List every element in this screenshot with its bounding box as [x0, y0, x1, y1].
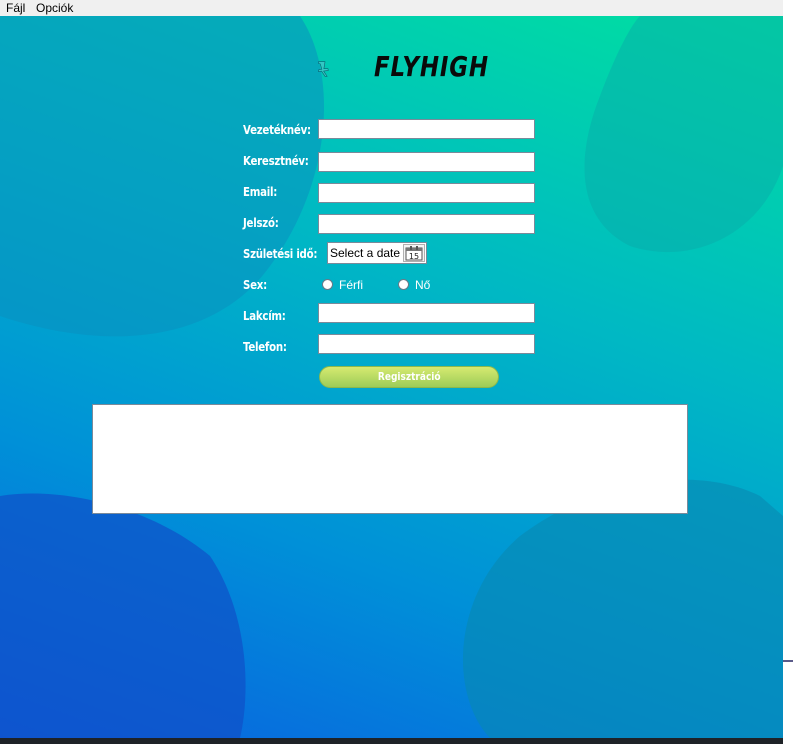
sex-male-radio[interactable]: [322, 279, 333, 290]
last-name-input[interactable]: [318, 119, 535, 139]
calendar-button[interactable]: 15: [403, 244, 425, 262]
plane-icon: [318, 61, 329, 77]
email-input[interactable]: [318, 183, 535, 203]
brand-logo-text: FLYHIGH: [374, 50, 489, 83]
password-label: Jelszó:: [243, 216, 279, 230]
sex-female-label: Nő: [415, 278, 431, 292]
last-name-label: Vezetéknév:: [243, 123, 311, 137]
first-name-input[interactable]: [318, 152, 535, 172]
birthdate-picker[interactable]: Select a date 15: [327, 242, 427, 264]
first-name-label: Keresztnév:: [243, 154, 309, 168]
menu-file[interactable]: Fájl: [4, 0, 27, 16]
menu-bar: Fájl Opciók: [0, 0, 783, 17]
calendar-icon: 15: [405, 246, 423, 261]
output-textbox[interactable]: [92, 404, 688, 514]
address-input[interactable]: [318, 303, 535, 323]
app-canvas: FLYHIGH Vezetéknév: Keresztnév: Email: J…: [0, 16, 783, 738]
window-bottom-edge: [0, 738, 783, 744]
birthdate-placeholder: Select a date: [330, 246, 401, 260]
phone-input[interactable]: [318, 334, 535, 354]
sex-female-radio[interactable]: [398, 279, 409, 290]
birthdate-label: Születési idő:: [243, 247, 318, 261]
sex-label: Sex:: [243, 278, 267, 292]
window-edge: [783, 0, 793, 744]
phone-label: Telefon:: [243, 340, 287, 354]
menu-options[interactable]: Opciók: [34, 0, 75, 16]
email-label: Email:: [243, 185, 278, 199]
sex-male-label: Férfi: [339, 278, 363, 292]
address-label: Lakcím:: [243, 309, 286, 323]
calendar-day: 15: [409, 252, 419, 261]
password-input[interactable]: [318, 214, 535, 234]
register-button[interactable]: Regisztráció: [319, 366, 499, 388]
register-button-label: Regisztráció: [377, 370, 441, 383]
